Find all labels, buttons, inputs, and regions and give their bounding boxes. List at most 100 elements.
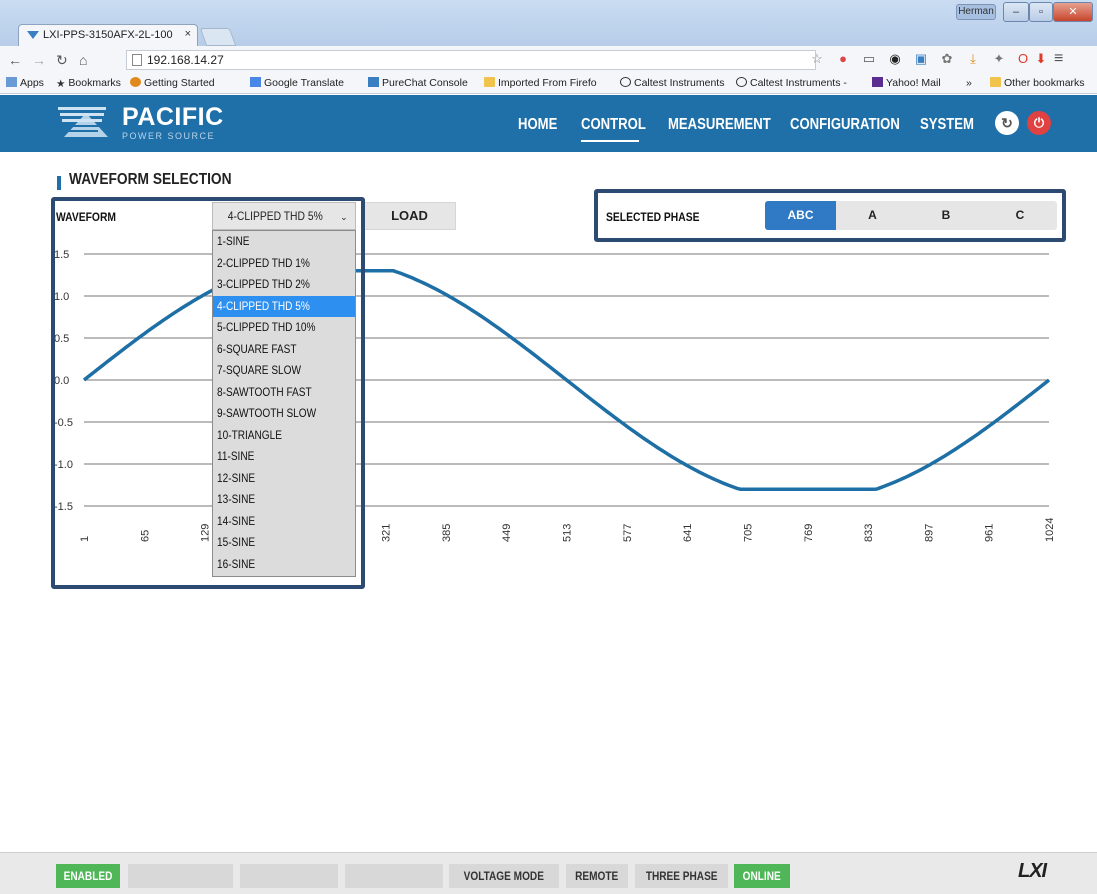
bookmark-caltest-2[interactable]: Caltest Instruments - xyxy=(736,77,847,89)
waveform-select[interactable]: 4-CLIPPED THD 5% ⌄ xyxy=(212,202,356,230)
extension-icon[interactable]: ✦ xyxy=(992,52,1006,66)
bookmark-yahoo-mail[interactable]: Yahoo! Mail xyxy=(872,77,941,89)
bookmark-apps[interactable]: Apps xyxy=(6,77,44,89)
y-tick-label: 1.0 xyxy=(54,291,69,303)
reload-icon[interactable]: ↻ xyxy=(56,52,68,69)
favicon-icon xyxy=(27,31,39,39)
dropdown-option-11-sine[interactable]: 11-SINE xyxy=(213,446,355,468)
logo-text: PACIFIC xyxy=(122,103,224,131)
logo-subtitle: POWER SOURCE xyxy=(122,131,216,141)
y-tick-label: 1.5 xyxy=(54,249,69,261)
dropdown-option-15-sine[interactable]: 15-SINE xyxy=(213,532,355,554)
dropdown-option-12-sine[interactable]: 12-SINE xyxy=(213,468,355,490)
tab-close-icon[interactable]: × xyxy=(185,28,191,40)
close-window-button[interactable]: ✕ xyxy=(1053,2,1093,22)
minimize-button[interactable]: – xyxy=(1003,2,1029,22)
maximize-button[interactable]: ▫ xyxy=(1029,2,1053,22)
dropdown-option-1-sine[interactable]: 1-SINE xyxy=(213,231,355,253)
status-remote: REMOTE xyxy=(566,864,628,888)
extension-icon[interactable]: ✿ xyxy=(940,52,954,66)
x-tick-label: 769 xyxy=(803,524,815,542)
nav-home[interactable]: HOME xyxy=(518,116,557,134)
dropdown-option-16-sine[interactable]: 16-SINE xyxy=(213,554,355,576)
download-arrow-icon[interactable]: ⬇ xyxy=(1034,52,1048,66)
bookmark-getting-started[interactable]: Getting Started xyxy=(130,77,215,89)
extension-icon[interactable]: ● xyxy=(836,52,850,66)
dropdown-option-3-clipped-thd-2[interactable]: 3-CLIPPED THD 2% xyxy=(213,274,355,296)
cast-icon[interactable]: ▭ xyxy=(862,52,876,66)
bookmark-bookmarks[interactable]: ★ Bookmarks xyxy=(56,77,121,90)
dropdown-option-5-clipped-thd-10[interactable]: 5-CLIPPED THD 10% xyxy=(213,317,355,339)
waveform-chart: 1.51.00.50.0-0.5-1.0-1.5 165129193257321… xyxy=(54,249,1056,542)
caltest-icon xyxy=(736,77,747,87)
waveform-select-value: 4-CLIPPED THD 5% xyxy=(228,209,324,223)
bookmark-purechat[interactable]: PureChat Console xyxy=(368,77,468,89)
x-tick-label: 897 xyxy=(923,524,935,542)
back-icon[interactable]: ← xyxy=(8,52,22,68)
extension-icon[interactable]: ▣ xyxy=(914,52,928,66)
bookmark-other[interactable]: Other bookmarks xyxy=(990,77,1085,89)
dropdown-option-4-clipped-thd-5[interactable]: 4-CLIPPED THD 5% xyxy=(213,295,355,317)
bookmark-caltest-1[interactable]: Caltest Instruments xyxy=(620,77,724,89)
phase-b-button[interactable]: B xyxy=(909,201,983,230)
firefox-icon xyxy=(130,77,141,87)
translate-icon xyxy=(250,77,261,87)
dropdown-option-14-sine[interactable]: 14-SINE xyxy=(213,511,355,533)
status-three-phase: THREE PHASE xyxy=(635,864,728,888)
refresh-icon[interactable]: ↻ xyxy=(995,111,1019,135)
status-slot-blank xyxy=(345,864,443,888)
section-title: WAVEFORM SELECTION xyxy=(69,171,232,188)
dropdown-option-10-triangle[interactable]: 10-TRIANGLE xyxy=(213,425,355,447)
chat-icon xyxy=(368,77,379,87)
bookmarks-overflow[interactable]: » xyxy=(966,77,972,89)
forward-icon[interactable]: → xyxy=(32,52,46,68)
power-icon[interactable]: ⏻ xyxy=(1027,111,1051,135)
address-bar[interactable]: 192.168.14.27 xyxy=(126,50,816,70)
extension-icon[interactable]: ◉ xyxy=(888,52,902,66)
lxi-logo: LXI xyxy=(1018,860,1047,882)
status-slot-blank xyxy=(240,864,338,888)
dropdown-option-6-square-fast[interactable]: 6-SQUARE FAST xyxy=(213,339,355,361)
x-tick-label: 385 xyxy=(441,524,453,542)
x-tick-label: 449 xyxy=(501,524,513,542)
y-tick-label: 0.5 xyxy=(54,333,69,345)
download-icon[interactable]: ⤓ xyxy=(966,52,980,66)
bookmark-imported[interactable]: Imported From Firefo xyxy=(484,77,597,89)
nav-control[interactable]: CONTROL xyxy=(581,116,646,134)
profile-button[interactable]: Herman xyxy=(956,4,996,20)
nav-configuration[interactable]: CONFIGURATION xyxy=(790,116,900,134)
x-tick-label: 321 xyxy=(381,524,393,542)
page-icon xyxy=(132,54,142,66)
selected-phase-label: SELECTED PHASE xyxy=(606,210,700,224)
tab-title: LXI-PPS-3150AFX-2L-100 xyxy=(43,29,173,41)
phase-c-button[interactable]: C xyxy=(983,201,1057,230)
dropdown-option-8-sawtooth-fast[interactable]: 8-SAWTOOTH FAST xyxy=(213,382,355,404)
chevron-down-icon: ⌄ xyxy=(340,212,348,222)
opera-icon[interactable]: O xyxy=(1016,52,1030,66)
dropdown-option-13-sine[interactable]: 13-SINE xyxy=(213,489,355,511)
dropdown-option-9-sawtooth-slow[interactable]: 9-SAWTOOTH SLOW xyxy=(213,403,355,425)
dropdown-option-2-clipped-thd-1[interactable]: 2-CLIPPED THD 1% xyxy=(213,253,355,275)
nav-system[interactable]: SYSTEM xyxy=(920,116,974,134)
bookmarks-bar: Apps ★ Bookmarks Getting Started Google T… xyxy=(0,74,1097,94)
active-nav-indicator xyxy=(581,140,639,142)
star-icon[interactable]: ☆ xyxy=(810,52,824,66)
dropdown-option-7-square-slow[interactable]: 7-SQUARE SLOW xyxy=(213,360,355,382)
load-button[interactable]: LOAD xyxy=(363,202,456,230)
nav-measurement[interactable]: MEASUREMENT xyxy=(668,116,771,134)
phase-abc-button[interactable]: ABC xyxy=(765,201,836,230)
status-slot-blank xyxy=(128,864,233,888)
phase-a-button[interactable]: A xyxy=(836,201,909,230)
status-voltage-mode: VOLTAGE MODE xyxy=(449,864,559,888)
bookmark-google-translate[interactable]: Google Translate xyxy=(250,77,344,89)
new-tab-button[interactable] xyxy=(199,28,237,46)
x-tick-label: 1 xyxy=(79,536,91,542)
yahoo-icon xyxy=(872,77,883,87)
status-bar: ENABLED VOLTAGE MODE REMOTE THREE PHASE … xyxy=(0,852,1097,894)
star-icon: ★ xyxy=(56,78,66,90)
caltest-icon xyxy=(620,77,631,87)
home-icon[interactable]: ⌂ xyxy=(79,52,87,68)
menu-icon[interactable]: ≡ xyxy=(1054,50,1063,68)
browser-tab[interactable]: LXI-PPS-3150AFX-2L-100 × xyxy=(18,24,198,46)
folder-icon xyxy=(484,77,495,87)
